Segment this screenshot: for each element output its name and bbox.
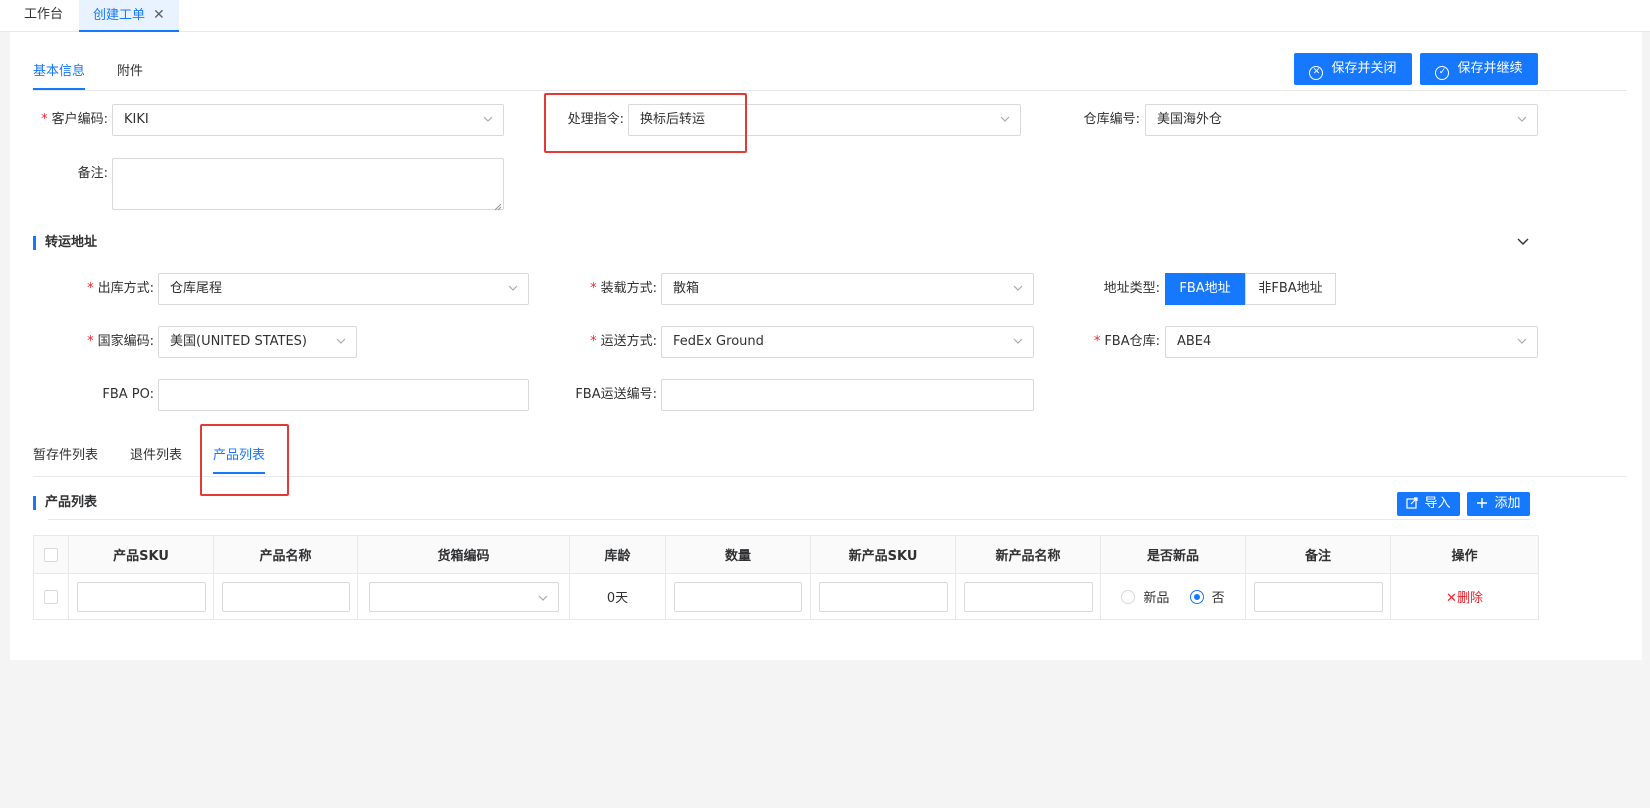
fba-warehouse-select[interactable]: ABE4 — [1165, 326, 1538, 358]
chevron-down-icon — [1000, 114, 1010, 124]
col-header-new-name: 新产品名称 — [955, 535, 1101, 574]
remark-label: 备注: — [77, 166, 108, 181]
qty-input[interactable] — [674, 581, 802, 612]
col-header-is-new: 是否新品 — [1100, 535, 1246, 574]
loading-select[interactable]: 散箱 — [661, 273, 1034, 305]
tab-create-ticket[interactable]: 创建工单 ✕ — [79, 0, 179, 32]
radio-new[interactable]: 新品 — [1121, 590, 1169, 606]
remark-input[interactable] — [1253, 581, 1383, 612]
close-icon[interactable]: ✕ — [153, 7, 165, 23]
save-continue-button[interactable]: ✓ 保存并继续 — [1420, 53, 1538, 85]
outbound-select[interactable]: 仓库尾程 — [158, 273, 529, 305]
box-code-select[interactable] — [368, 581, 559, 612]
is-new-cell: 新品 否 — [1100, 573, 1246, 620]
plus-icon — [1476, 494, 1488, 518]
row-checkbox[interactable] — [44, 589, 58, 604]
col-header-box-code: 货箱编码 — [357, 535, 570, 574]
chevron-down-icon — [508, 283, 518, 293]
col-header-new-sku: 新产品SKU — [810, 535, 956, 574]
warehouse-select[interactable]: 美国海外仓 — [1145, 104, 1538, 136]
collapse-chevron-icon[interactable] — [1516, 235, 1530, 249]
chevron-down-icon — [1013, 336, 1023, 346]
save-close-button[interactable]: ✕ 保存并关闭 — [1294, 53, 1412, 85]
fba-ship-no-label: FBA运送编号: — [575, 387, 657, 402]
address-type-non-fba[interactable]: 非FBA地址 — [1245, 273, 1336, 305]
chevron-down-icon — [1517, 114, 1527, 124]
tab-workbench[interactable]: 工作台 — [10, 0, 77, 32]
select-all-checkbox-cell[interactable] — [33, 535, 69, 574]
fba-po-input[interactable] — [158, 379, 529, 411]
name-input[interactable] — [221, 581, 350, 612]
close-icon: ✕ — [1446, 591, 1457, 606]
form-card: 基本信息 附件 ✕ 保存并关闭 ✓ 保存并继续 * 客户编码: KIKI 处理指令: … — [10, 32, 1642, 660]
sku-input[interactable] — [76, 581, 206, 612]
radio-checked-icon — [1189, 590, 1204, 604]
address-type-fba[interactable]: FBA地址 — [1165, 273, 1245, 305]
radio-circle-icon — [1121, 590, 1136, 604]
import-button[interactable]: 导入 — [1397, 492, 1460, 516]
page-tabbar: 工作台 创建工单 ✕ — [0, 0, 1650, 32]
loading-label: * 装载方式: — [590, 281, 657, 296]
product-table: 产品SKU 产品名称 货箱编码 库龄 数量 新产品SKU 新产品名称 是否新品 … — [33, 535, 1539, 620]
import-icon — [1406, 494, 1419, 518]
warehouse-label: 仓库编号: — [1083, 112, 1140, 127]
fba-warehouse-label: * FBA仓库: — [1093, 334, 1160, 349]
tab-return-list[interactable]: 退件列表 — [130, 444, 182, 474]
check-circle-icon: ✓ — [1435, 66, 1450, 80]
delete-button[interactable]: ✕删除 — [1446, 591, 1483, 606]
customer-code-select[interactable]: KIKI — [112, 104, 504, 136]
tab-basic-info[interactable]: 基本信息 — [33, 60, 86, 90]
add-button[interactable]: 添加 — [1467, 492, 1530, 516]
new-name-input[interactable] — [963, 581, 1093, 612]
chevron-down-icon — [1013, 283, 1023, 293]
divider — [33, 90, 1627, 91]
outbound-label: * 出库方式: — [87, 281, 154, 296]
radio-no[interactable]: 否 — [1189, 590, 1225, 606]
customer-code-label: * 客户编码: — [41, 112, 108, 127]
chevron-down-icon — [336, 336, 346, 346]
col-header-name: 产品名称 — [213, 535, 358, 574]
address-type-label: 地址类型: — [1103, 281, 1160, 296]
highlight-box-product-tab — [200, 424, 289, 496]
chevron-down-icon — [483, 114, 493, 124]
table-header-row: 产品SKU 产品名称 货箱编码 库龄 数量 新产品SKU 新产品名称 是否新品 … — [33, 535, 1539, 574]
fba-ship-no-input[interactable] — [661, 379, 1034, 411]
country-select[interactable]: 美国(UNITED STATES) — [158, 326, 357, 358]
section-title-product-list: 产品列表 — [33, 495, 97, 511]
col-header-action: 操作 — [1390, 535, 1539, 574]
section-title-transfer: 转运地址 — [33, 235, 97, 251]
col-header-sku: 产品SKU — [68, 535, 214, 574]
col-header-remark: 备注 — [1245, 535, 1391, 574]
age-cell: 0天 — [569, 573, 666, 620]
chevron-down-icon — [538, 592, 548, 607]
shipping-select[interactable]: FedEx Ground — [661, 326, 1034, 358]
highlight-box-instruction — [544, 93, 747, 153]
country-label: * 国家编码: — [87, 334, 154, 349]
col-header-qty: 数量 — [665, 535, 811, 574]
divider — [48, 519, 1530, 520]
shipping-label: * 运送方式: — [590, 334, 657, 349]
col-header-age: 库龄 — [569, 535, 666, 574]
close-circle-icon: ✕ — [1309, 66, 1324, 80]
select-all-checkbox[interactable] — [44, 547, 58, 562]
new-sku-input[interactable] — [818, 581, 948, 612]
fba-po-label: FBA PO: — [102, 387, 154, 402]
chevron-down-icon — [1517, 336, 1527, 346]
remark-textarea[interactable] — [112, 158, 504, 211]
table-row: 0天 新品 否 ✕删除 — [33, 573, 1539, 620]
tab-attachments[interactable]: 附件 — [117, 60, 143, 90]
tab-staging-list[interactable]: 暂存件列表 — [33, 444, 98, 474]
resize-handle-icon[interactable] — [494, 200, 502, 211]
